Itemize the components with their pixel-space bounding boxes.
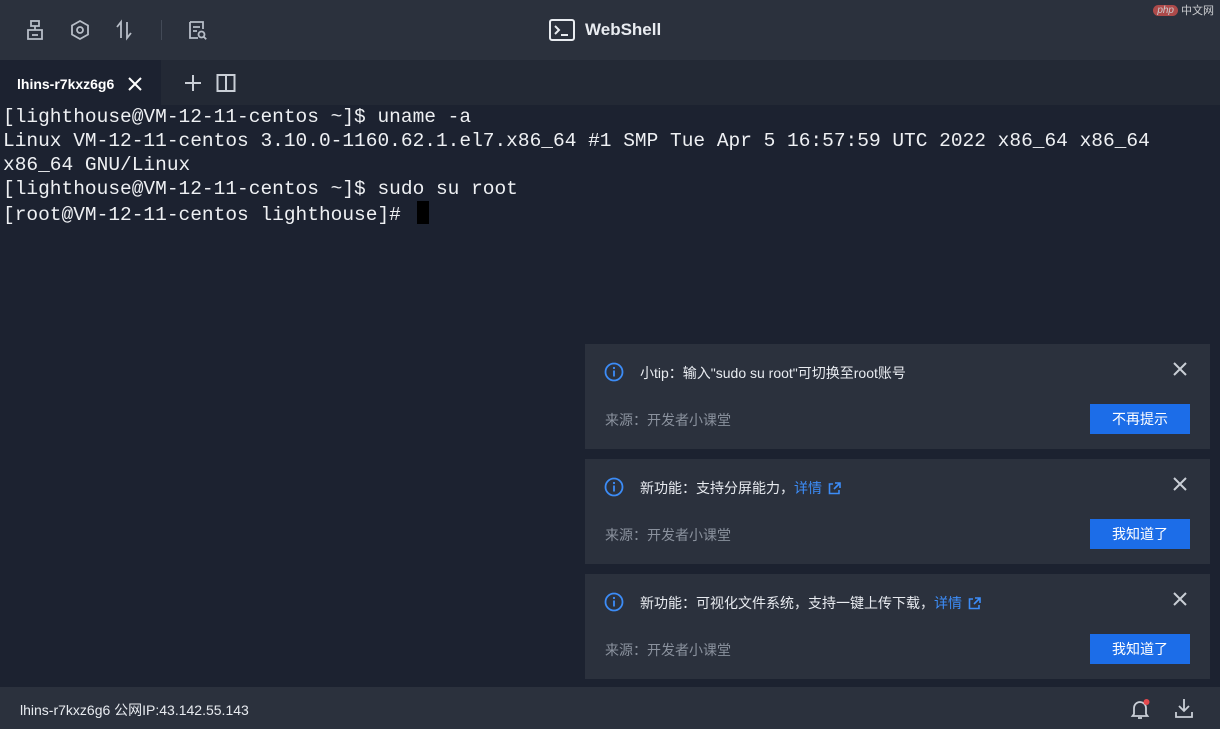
- status-bar: lhins-r7kxz6g6 公网IP:43.142.55.143: [0, 687, 1220, 729]
- notification-tip: 小tip：输入"sudo su root"可切换至root账号 来源：开发者小课…: [585, 344, 1210, 449]
- dont-remind-button[interactable]: 不再提示: [1090, 404, 1190, 434]
- terminal-prompt-line: [root@VM-12-11-centos lighthouse]#: [3, 201, 429, 227]
- notification-title-text: 小tip：输入"sudo su root"可切换至root账号: [640, 365, 906, 381]
- watermark-brand: php: [1153, 4, 1178, 16]
- terminal-line: x86_64 GNU/Linux: [3, 154, 191, 176]
- got-it-button[interactable]: 我知道了: [1090, 519, 1190, 549]
- watermark-text: 中文网: [1181, 5, 1214, 17]
- terminal-icon: [549, 19, 575, 41]
- got-it-button[interactable]: 我知道了: [1090, 634, 1190, 664]
- toolbar-divider: [161, 20, 162, 40]
- top-bar: WebShell php 中文网: [0, 0, 1220, 60]
- details-link[interactable]: 详情: [934, 595, 962, 611]
- terminal-prompt: [root@VM-12-11-centos lighthouse]#: [3, 204, 413, 226]
- transfer-arrows-icon[interactable]: [111, 17, 137, 43]
- close-icon[interactable]: [1172, 591, 1188, 607]
- notification-source: 来源：开发者小课堂: [605, 412, 731, 428]
- notification-source: 来源：开发者小课堂: [605, 642, 731, 658]
- info-icon: [604, 592, 624, 612]
- split-view-icon[interactable]: [216, 73, 236, 93]
- app-title-text: WebShell: [585, 20, 662, 39]
- terminal-cursor: [416, 201, 429, 224]
- download-icon[interactable]: [1173, 697, 1195, 719]
- plus-icon[interactable]: [183, 73, 203, 93]
- notification-source: 来源：开发者小课堂: [605, 527, 731, 543]
- notification-title: 新功能：支持分屏能力，详情: [640, 478, 841, 498]
- watermark: php 中文网: [1153, 2, 1214, 18]
- notification-title-text: 新功能：可视化文件系统，支持一键上传下载，: [640, 595, 934, 611]
- details-link[interactable]: 详情: [794, 480, 822, 496]
- notification-title-text: 新功能：支持分屏能力，: [640, 480, 794, 496]
- hierarchy-icon[interactable]: [22, 17, 48, 43]
- tab-bar: lhins-r7kxz6g6: [0, 60, 1220, 105]
- tab-session[interactable]: lhins-r7kxz6g6: [0, 60, 161, 105]
- instance-ip-info: lhins-r7kxz6g6 公网IP:43.142.55.143: [20, 702, 249, 718]
- app-title: WebShell: [549, 17, 661, 43]
- notification-title: 小tip：输入"sudo su root"可切换至root账号: [640, 363, 906, 383]
- tab-label: lhins-r7kxz6g6: [17, 75, 115, 92]
- bell-icon[interactable]: [1129, 698, 1151, 720]
- info-icon: [604, 362, 624, 382]
- terminal-line: [lighthouse@VM-12-11-centos ~]$ sudo su …: [3, 178, 518, 200]
- external-link-icon[interactable]: [828, 482, 841, 495]
- terminal-line: Linux VM-12-11-centos 3.10.0-1160.62.1.e…: [3, 130, 1150, 152]
- settings-hex-icon[interactable]: [67, 17, 93, 43]
- close-icon[interactable]: [1172, 476, 1188, 492]
- terminal-line: [lighthouse@VM-12-11-centos ~]$ uname -a: [3, 106, 472, 128]
- info-icon: [604, 477, 624, 497]
- close-icon[interactable]: [127, 76, 143, 92]
- notification-split-screen: 新功能：支持分屏能力，详情 来源：开发者小课堂 我知道了: [585, 459, 1210, 564]
- notification-file-system: 新功能：可视化文件系统，支持一键上传下载，详情 来源：开发者小课堂 我知道了: [585, 574, 1210, 679]
- close-icon[interactable]: [1172, 361, 1188, 377]
- external-link-icon[interactable]: [968, 597, 981, 610]
- file-search-icon[interactable]: [184, 17, 210, 43]
- notification-title: 新功能：可视化文件系统，支持一键上传下载，详情: [640, 593, 981, 613]
